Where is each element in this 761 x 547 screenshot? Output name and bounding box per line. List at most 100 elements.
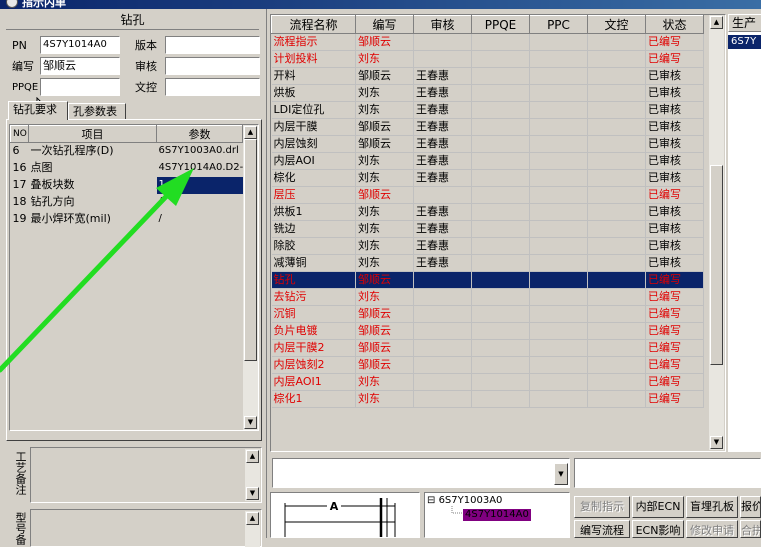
- cell-ppc[interactable]: [529, 373, 588, 391]
- cell-reviewer[interactable]: 王春惠: [413, 118, 472, 136]
- review-field[interactable]: [165, 57, 260, 75]
- cell-ppqe[interactable]: [471, 186, 530, 204]
- cell-writer[interactable]: 刘东: [355, 390, 414, 408]
- cell-ppqe[interactable]: [471, 254, 530, 272]
- cell-status[interactable]: 已编写: [645, 356, 704, 374]
- scroll-up-icon[interactable]: ▲: [244, 126, 257, 139]
- cell-reviewer[interactable]: 王春惠: [413, 169, 472, 187]
- cell-process-name[interactable]: 铣边: [271, 220, 356, 238]
- cell-writer[interactable]: 邹顺云: [355, 322, 414, 340]
- cell-reviewer[interactable]: 王春惠: [413, 67, 472, 85]
- cell-ppqe[interactable]: [471, 84, 530, 102]
- cell-status[interactable]: 已审核: [645, 169, 704, 187]
- cell-doc-control[interactable]: [587, 339, 646, 357]
- col-no[interactable]: NO: [10, 125, 29, 143]
- production-list[interactable]: 6S7Y: [728, 32, 761, 452]
- cell-reviewer[interactable]: [413, 33, 472, 51]
- cell-process-name[interactable]: 计划投料: [271, 50, 356, 68]
- cell-writer[interactable]: 邹顺云: [355, 33, 414, 51]
- cell-doc-control[interactable]: [587, 67, 646, 85]
- table-row[interactable]: 内层AOI 刘东 王春惠 已审核: [271, 152, 704, 170]
- cell-process-name[interactable]: 烘板1: [271, 203, 356, 221]
- scroll-thumb[interactable]: [244, 139, 257, 361]
- cell-process-name[interactable]: 内层干膜: [271, 118, 356, 136]
- cell-writer[interactable]: 刘东: [355, 220, 414, 238]
- cell-status[interactable]: 已编写: [645, 288, 704, 306]
- cell-ppc[interactable]: [529, 67, 588, 85]
- cell-writer[interactable]: 邹顺云: [355, 118, 414, 136]
- cell-ppqe[interactable]: [471, 288, 530, 306]
- scroll-up-icon[interactable]: ▲: [246, 512, 259, 525]
- cell-writer[interactable]: 刘东: [355, 288, 414, 306]
- cell-reviewer[interactable]: [413, 271, 472, 289]
- doc-control-field[interactable]: [165, 78, 260, 96]
- cell-no[interactable]: 17: [11, 177, 29, 194]
- cell-no[interactable]: 6: [11, 143, 29, 160]
- cell-ppqe[interactable]: [471, 33, 530, 51]
- cell-doc-control[interactable]: [587, 271, 646, 289]
- cell-reviewer[interactable]: [413, 186, 472, 204]
- cell-ppqe[interactable]: [471, 339, 530, 357]
- cell-process-name[interactable]: 棕化1: [271, 390, 356, 408]
- cell-process-name[interactable]: 钻孔: [271, 271, 356, 289]
- cell-doc-control[interactable]: [587, 50, 646, 68]
- cell-status[interactable]: 已编写: [645, 50, 704, 68]
- cell-process-name[interactable]: 烘板: [271, 84, 356, 102]
- dropdown-arrow-icon[interactable]: ▼: [554, 463, 568, 485]
- cell-process-name[interactable]: 去钻污: [271, 288, 356, 306]
- cell-process-name[interactable]: 负片电镀: [271, 322, 356, 340]
- param-table-scrollbar[interactable]: ▲ ▼: [243, 125, 258, 430]
- cell-writer[interactable]: 刘东: [355, 237, 414, 255]
- cell-reviewer[interactable]: 王春惠: [413, 84, 472, 102]
- version-field[interactable]: [165, 36, 260, 54]
- cell-status[interactable]: 已编写: [645, 305, 704, 323]
- col-ppc[interactable]: PPC: [529, 15, 588, 34]
- cell-writer[interactable]: 刘东: [355, 169, 414, 187]
- cell-ppc[interactable]: [529, 356, 588, 374]
- cell-ppc[interactable]: [529, 84, 588, 102]
- cell-doc-control[interactable]: [587, 152, 646, 170]
- ppqe-field[interactable]: [40, 78, 120, 96]
- table-row[interactable]: 烘板1 刘东 王春惠 已审核: [271, 203, 704, 221]
- scroll-thumb[interactable]: [710, 165, 723, 365]
- product-tree[interactable]: ⊟ 6S7Y1003A0 4S7Y1014A0: [424, 492, 570, 538]
- cell-reviewer[interactable]: 王春惠: [413, 101, 472, 119]
- cell-doc-control[interactable]: [587, 390, 646, 408]
- table-row[interactable]: 棕化1 刘东 已编写: [271, 390, 704, 408]
- cell-ppc[interactable]: [529, 288, 588, 306]
- cell-process-name[interactable]: 内层AOI1: [271, 373, 356, 391]
- cell-reviewer[interactable]: 王春惠: [413, 203, 472, 221]
- writer-field[interactable]: 邹顺云: [40, 57, 120, 75]
- cell-process-name[interactable]: 内层AOI: [271, 152, 356, 170]
- cell-ppc[interactable]: [529, 152, 588, 170]
- cell-process-name[interactable]: 内层干膜2: [271, 339, 356, 357]
- table-row[interactable]: 棕化 刘东 王春惠 已审核: [271, 169, 704, 187]
- cell-process-name[interactable]: 内层蚀刻: [271, 135, 356, 153]
- cell-process-name[interactable]: 层压: [271, 186, 356, 204]
- tab-hole-parameters[interactable]: 孔参数表: [68, 103, 126, 120]
- table-row[interactable]: 17 叠板块数 1: [11, 176, 243, 194]
- scroll-down-icon[interactable]: ▼: [244, 416, 257, 429]
- cell-process-name[interactable]: 开料: [271, 67, 356, 85]
- cell-reviewer[interactable]: [413, 322, 472, 340]
- cell-ppc[interactable]: [529, 339, 588, 357]
- tab-drill-requirements[interactable]: 钻孔要求: [8, 101, 68, 120]
- cell-status[interactable]: 已审核: [645, 203, 704, 221]
- cell-writer[interactable]: 邹顺云: [355, 356, 414, 374]
- cell-ppqe[interactable]: [471, 220, 530, 238]
- cell-ppc[interactable]: [529, 186, 588, 204]
- bottom-combo-left[interactable]: ▼: [272, 458, 570, 488]
- cell-item[interactable]: 一次钻孔程序(D): [29, 143, 157, 160]
- tree-child-item[interactable]: 4S7Y1014A0: [463, 509, 531, 521]
- cell-writer[interactable]: 刘东: [355, 84, 414, 102]
- cell-writer[interactable]: 邹顺云: [355, 67, 414, 85]
- cell-status[interactable]: 已编写: [645, 322, 704, 340]
- blind-hole-button[interactable]: 盲埋孔板: [686, 496, 738, 518]
- report-button[interactable]: 报价: [740, 496, 761, 518]
- cell-status[interactable]: 已审核: [645, 67, 704, 85]
- cell-ppqe[interactable]: [471, 152, 530, 170]
- cell-doc-control[interactable]: [587, 33, 646, 51]
- cell-process-name[interactable]: 流程指示: [271, 33, 356, 51]
- cell-doc-control[interactable]: [587, 237, 646, 255]
- cell-reviewer[interactable]: [413, 305, 472, 323]
